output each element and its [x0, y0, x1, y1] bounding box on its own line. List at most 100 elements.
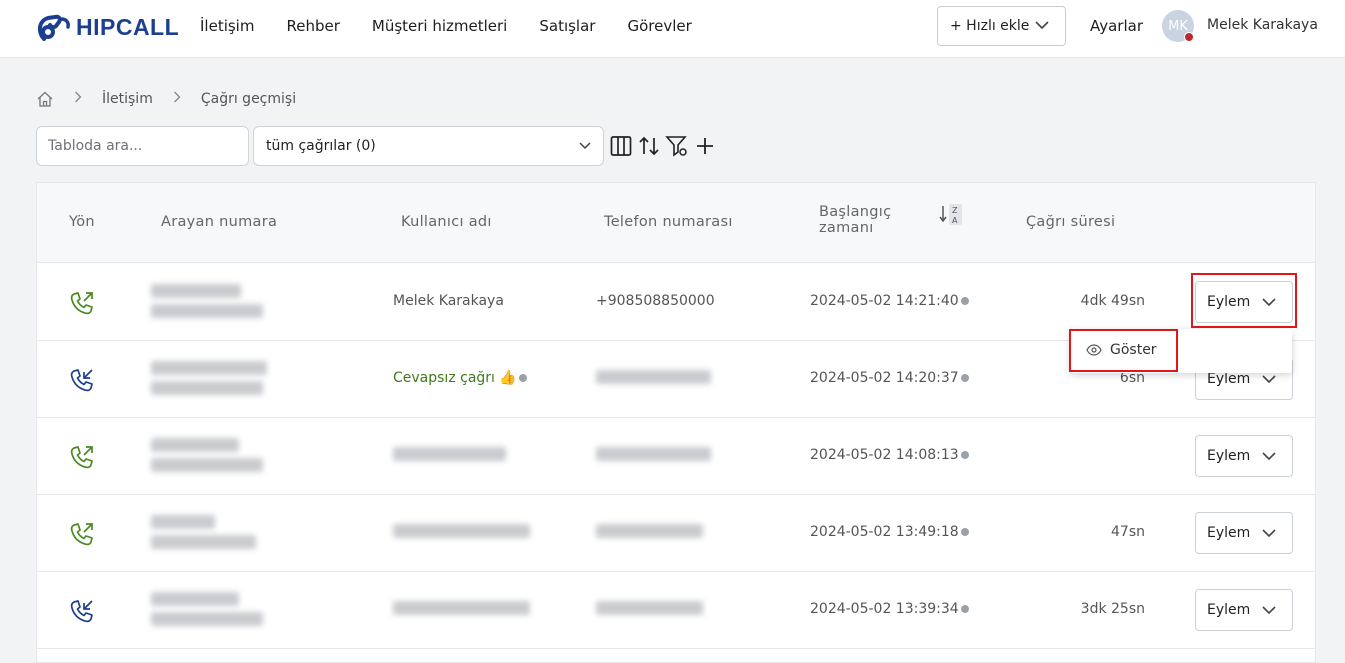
phone-number-redacted — [596, 601, 703, 615]
breadcrumb-iletisim[interactable]: İletişim — [102, 91, 153, 107]
menu-item-goster[interactable]: Göster — [1070, 329, 1178, 371]
column-header-user: Kullanıcı adı — [401, 214, 492, 230]
user-name-redacted — [393, 447, 506, 461]
phone-number: +908508850000 — [596, 293, 715, 309]
action-button-label: Eylem — [1207, 448, 1251, 464]
action-button[interactable]: Eylem — [1195, 435, 1293, 477]
table-row: 2024-05-02 14:08:13 Eylem — [37, 418, 1315, 495]
chevron-down-icon — [1262, 606, 1276, 615]
svg-text:A: A — [952, 216, 958, 225]
caller-name-redacted — [151, 304, 263, 318]
start-time: 2024-05-02 13:49:18 — [810, 524, 969, 540]
sort-icon[interactable] — [637, 134, 661, 158]
incoming-call-icon — [70, 600, 93, 623]
chevron-down-icon — [1262, 452, 1276, 461]
chevron-right-icon — [74, 91, 82, 107]
call-duration: 3dk 25sn — [1080, 601, 1145, 617]
action-button[interactable]: Eylem — [1195, 512, 1293, 554]
column-header-start-line1: Başlangıç — [819, 204, 892, 220]
phone-number-redacted — [596, 447, 711, 461]
outgoing-call-icon — [70, 446, 93, 469]
quick-add-button[interactable]: + Hızlı ekle — [937, 6, 1066, 46]
caller-name-redacted — [151, 458, 263, 472]
columns-icon[interactable] — [609, 134, 633, 158]
table-header: Yön Arayan numara Kullanıcı adı Telefon … — [37, 183, 1315, 263]
filter-settings-icon[interactable] — [665, 134, 689, 158]
incoming-call-icon — [70, 369, 93, 392]
user-name-redacted — [393, 601, 530, 615]
chevron-down-icon — [1035, 21, 1049, 30]
call-duration: 47sn — [1111, 524, 1145, 540]
settings-link[interactable]: Ayarlar — [1090, 17, 1143, 35]
start-time-value: 2024-05-02 13:39:34 — [810, 601, 959, 617]
action-button[interactable]: Eylem — [1195, 589, 1293, 631]
column-header-start-time[interactable]: Başlangıç zamanı — [819, 204, 891, 236]
add-icon[interactable] — [693, 134, 717, 158]
action-button-label: Eylem — [1207, 602, 1251, 618]
missed-call-text: Cevapsız çağrı 👍 — [393, 370, 517, 386]
column-header-phone: Telefon numarası — [604, 214, 733, 230]
action-dropdown-menu: Göster — [1070, 329, 1292, 373]
outgoing-call-icon — [70, 292, 93, 315]
nav-item-satislar[interactable]: Satışlar — [539, 16, 595, 36]
breadcrumb: İletişim Çağrı geçmişi — [36, 90, 296, 108]
column-header-duration: Çağrı süresi — [1026, 214, 1116, 230]
table-search-input[interactable] — [36, 126, 249, 166]
start-time-value: 2024-05-02 14:08:13 — [810, 447, 959, 463]
info-icon[interactable] — [960, 297, 969, 305]
hipcall-logo[interactable]: HIPCALL — [36, 11, 179, 43]
caller-name-redacted — [151, 381, 263, 395]
brand-name: HIPCALL — [76, 13, 180, 40]
start-time-value: 2024-05-02 14:20:37 — [810, 370, 959, 386]
nav-item-gorevler[interactable]: Görevler — [627, 16, 691, 36]
user-name: Melek Karakaya — [393, 293, 504, 309]
caller-number-redacted — [151, 515, 215, 529]
caller-number-redacted — [151, 361, 267, 375]
svg-text:Z: Z — [952, 206, 958, 215]
menu-item-label: Göster — [1110, 342, 1157, 358]
column-header-caller: Arayan numara — [161, 214, 278, 230]
chevron-down-icon — [1262, 375, 1276, 384]
call-filter-select[interactable]: tüm çağrılar (0) — [253, 126, 604, 166]
info-icon[interactable] — [960, 374, 969, 382]
column-header-start-line2: zamanı — [819, 220, 874, 236]
main-nav: İletişim Rehber Müşteri hizmetleri Satış… — [200, 16, 724, 36]
nav-item-iletisim[interactable]: İletişim — [200, 16, 254, 36]
eye-icon — [1086, 344, 1102, 356]
start-time-value: 2024-05-02 14:21:40 — [810, 293, 959, 309]
username[interactable]: Melek Karakaya — [1207, 17, 1318, 33]
start-time: 2024-05-02 14:21:40 — [810, 293, 969, 309]
breadcrumb-cagri-gecmisi: Çağrı geçmişi — [200, 91, 297, 107]
call-duration: 4dk 49sn — [1080, 293, 1145, 309]
status-dot — [1184, 32, 1194, 42]
caller-number-redacted — [151, 592, 239, 606]
sort-desc-icon[interactable]: Z A — [938, 203, 964, 227]
action-button[interactable]: Eylem — [1195, 281, 1293, 323]
caller-name-redacted — [151, 535, 256, 549]
info-icon[interactable] — [518, 374, 527, 382]
hipcall-logo-icon — [37, 14, 70, 41]
home-icon[interactable] — [36, 90, 54, 108]
phone-number-redacted — [596, 524, 703, 538]
info-icon[interactable] — [960, 528, 969, 536]
caller-name-redacted — [151, 612, 263, 626]
table-row: 2024-05-02 13:49:18 47sn Eylem — [37, 495, 1315, 572]
call-history-table: Yön Arayan numara Kullanıcı adı Telefon … — [36, 182, 1316, 663]
chevron-down-icon — [1262, 529, 1276, 538]
info-icon[interactable] — [960, 451, 969, 459]
nav-item-rehber[interactable]: Rehber — [286, 16, 339, 36]
column-header-direction: Yön — [69, 214, 95, 230]
missed-call-label: Cevapsız çağrı 👍 — [393, 370, 527, 386]
top-bar: HIPCALL İletişim Rehber Müşteri hizmetle… — [0, 0, 1345, 58]
avatar-initials: MK — [1168, 18, 1188, 34]
action-button-label: Eylem — [1207, 294, 1251, 310]
start-time-value: 2024-05-02 13:49:18 — [810, 524, 959, 540]
nav-item-musteri-hizmetleri[interactable]: Müşteri hizmetleri — [372, 16, 507, 36]
chevron-down-icon — [579, 142, 591, 150]
chevron-right-icon — [173, 91, 181, 107]
info-icon[interactable] — [960, 605, 969, 613]
start-time: 2024-05-02 14:08:13 — [810, 447, 969, 463]
action-button-label: Eylem — [1207, 371, 1251, 387]
caller-number-redacted — [151, 284, 241, 298]
action-button-label: Eylem — [1207, 525, 1251, 541]
